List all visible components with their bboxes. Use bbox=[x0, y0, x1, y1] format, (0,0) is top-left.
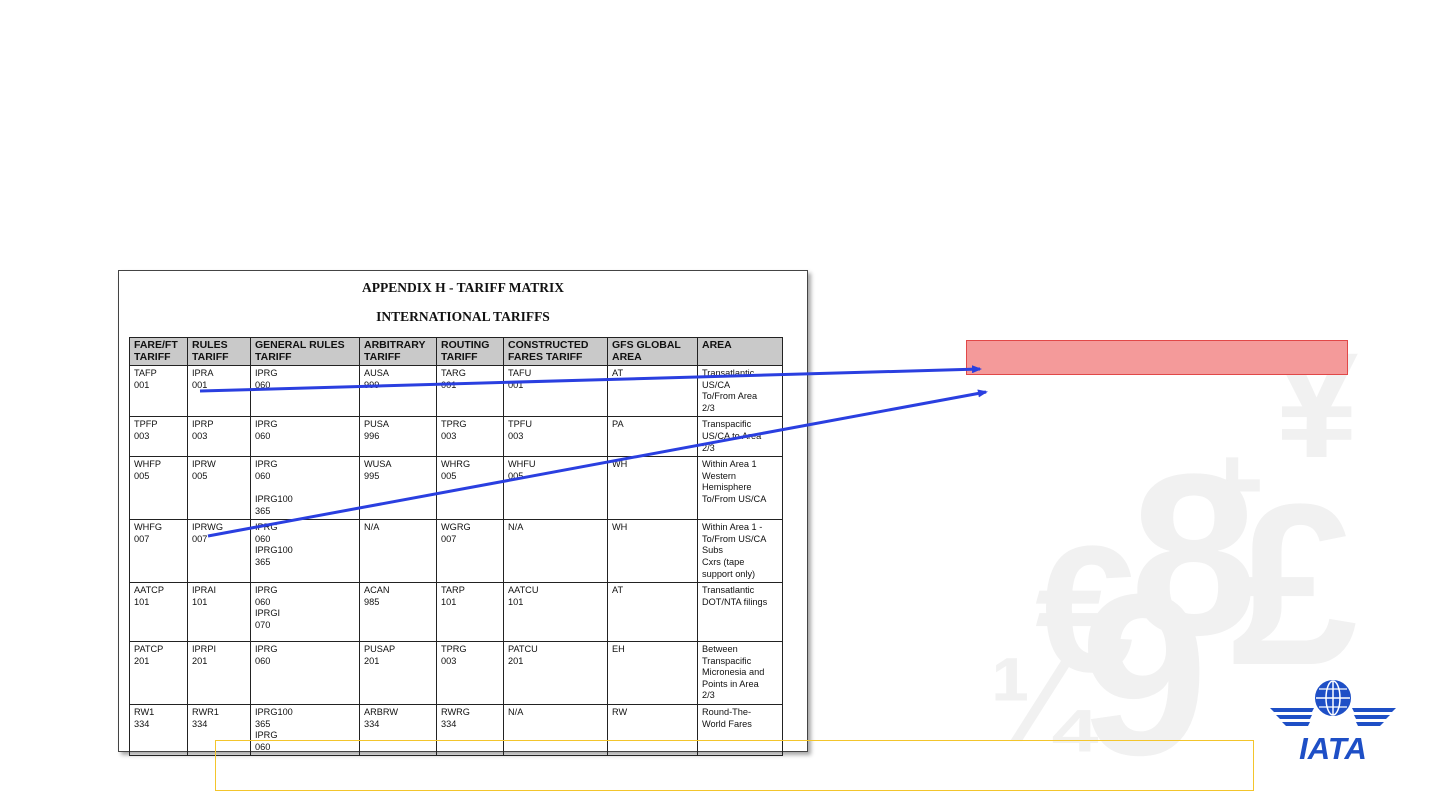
table-cell: IPRWG 007 bbox=[187, 519, 251, 584]
table-cell: TPRG 003 bbox=[436, 416, 504, 458]
table-cell: AATCU 101 bbox=[503, 582, 608, 643]
table-cell: PA bbox=[607, 416, 698, 458]
table-row: TPFP 003 IPRP 003 IPRG 060 PUSA 996 TPRG… bbox=[129, 416, 783, 458]
table-cell: RW1 334 bbox=[129, 704, 188, 757]
table-cell: AT bbox=[607, 364, 698, 418]
table-cell: N/A bbox=[359, 519, 437, 584]
table-cell: N/A bbox=[503, 519, 608, 584]
table-header-row: FARE/FT TARIFF RULES TARIFF GENERAL RULE… bbox=[129, 337, 783, 366]
column-header: CONSTRUCTED FARES TARIFF bbox=[503, 337, 608, 366]
table-cell: AUSA 999 bbox=[359, 364, 437, 418]
table-cell: Transpacific US/CA to Area 2/3 bbox=[697, 416, 783, 458]
table-cell: Within Area 1 - To/From US/CA Subs Cxrs … bbox=[697, 519, 783, 584]
table-cell: Transatlantic DOT/NTA filings bbox=[697, 582, 783, 643]
table-cell: PUSAP 201 bbox=[359, 641, 437, 706]
table-cell: TARG 001 bbox=[436, 364, 504, 418]
table-cell: IPRG 060 bbox=[250, 641, 360, 706]
table-cell: PATCU 201 bbox=[503, 641, 608, 706]
document-title: APPENDIX H - TARIFF MATRIX bbox=[362, 280, 564, 295]
column-header: GFS GLOBAL AREA bbox=[607, 337, 698, 366]
column-header: ARBITRARY TARIFF bbox=[359, 337, 437, 366]
table-cell: IPRG 060 IPRG100 365 bbox=[250, 456, 360, 521]
table-cell: WHFP 005 bbox=[129, 456, 188, 521]
table-row: AATCP 101 IPRAI 101 IPRG 060 IPRGI 070 A… bbox=[129, 582, 783, 643]
logo-text: IATA bbox=[1299, 731, 1367, 764]
table-cell: Transatlantic US/CA To/From Area 2/3 bbox=[697, 364, 783, 418]
table-cell: IPRG 060 IPRG100 365 bbox=[250, 519, 360, 584]
table-cell: WHFG 007 bbox=[129, 519, 188, 584]
table-cell: WHRG 005 bbox=[436, 456, 504, 521]
table-cell: Between Transpacific Micronesia and Poin… bbox=[697, 641, 783, 706]
table-cell: IPRA 001 bbox=[187, 364, 251, 418]
table-cell: IPRG 060 bbox=[250, 416, 360, 458]
table-cell: AATCP 101 bbox=[129, 582, 188, 643]
table-cell: TAFP 001 bbox=[129, 364, 188, 418]
table-cell: TPFP 003 bbox=[129, 416, 188, 458]
pound-watermark: £ bbox=[1230, 456, 1358, 713]
table-cell: TPRG 003 bbox=[436, 641, 504, 706]
column-header: FARE/FT TARIFF bbox=[129, 337, 188, 366]
table-cell: ACAN 985 bbox=[359, 582, 437, 643]
globe-icon bbox=[1315, 680, 1351, 716]
table-row: PATCP 201 IPRPI 201 IPRG 060 PUSAP 201 T… bbox=[129, 641, 783, 706]
table-cell: Within Area 1 Western Hemisphere To/From… bbox=[697, 456, 783, 521]
table-cell: TARP 101 bbox=[436, 582, 504, 643]
table-cell: IPRG 060 bbox=[250, 364, 360, 418]
column-header: AREA bbox=[697, 337, 783, 366]
table-cell: IPRAI 101 bbox=[187, 582, 251, 643]
table-cell: IPRP 003 bbox=[187, 416, 251, 458]
column-header: RULES TARIFF bbox=[187, 337, 251, 366]
callout-box bbox=[966, 340, 1348, 375]
column-header: ROUTING TARIFF bbox=[436, 337, 504, 366]
table-row: WHFG 007 IPRWG 007 IPRG 060 IPRG100 365 … bbox=[129, 519, 783, 584]
table-cell: WHFU 005 bbox=[503, 456, 608, 521]
table-cell: IPRPI 201 bbox=[187, 641, 251, 706]
table-cell: TPFU 003 bbox=[503, 416, 608, 458]
table-cell: IPRG 060 IPRGI 070 bbox=[250, 582, 360, 643]
column-header: GENERAL RULES TARIFF bbox=[250, 337, 360, 366]
table-cell: WGRG 007 bbox=[436, 519, 504, 584]
table-cell: WH bbox=[607, 519, 698, 584]
table-cell: IPRW 005 bbox=[187, 456, 251, 521]
table-cell: TAFU 001 bbox=[503, 364, 608, 418]
document-subtitle: INTERNATIONAL TARIFFS bbox=[376, 309, 550, 324]
table-cell: PATCP 201 bbox=[129, 641, 188, 706]
table-cell: WUSA 995 bbox=[359, 456, 437, 521]
table-cell: WH bbox=[607, 456, 698, 521]
tariff-matrix-table: FARE/FT TARIFF RULES TARIFF GENERAL RULE… bbox=[129, 337, 783, 757]
table-cell: PUSA 996 bbox=[359, 416, 437, 458]
table-cell: EH bbox=[607, 641, 698, 706]
iata-logo: IATA bbox=[1270, 680, 1396, 764]
table-row: TAFP 001 IPRA 001 IPRG 060 AUSA 999 TARG… bbox=[129, 364, 783, 418]
table-cell: AT bbox=[607, 582, 698, 643]
tariff-matrix-document: APPENDIX H - TARIFF MATRIX INTERNATIONAL… bbox=[118, 270, 808, 757]
table-row: WHFP 005 IPRW 005 IPRG 060 IPRG100 365 W… bbox=[129, 456, 783, 521]
bottom-text-box bbox=[215, 740, 1254, 791]
